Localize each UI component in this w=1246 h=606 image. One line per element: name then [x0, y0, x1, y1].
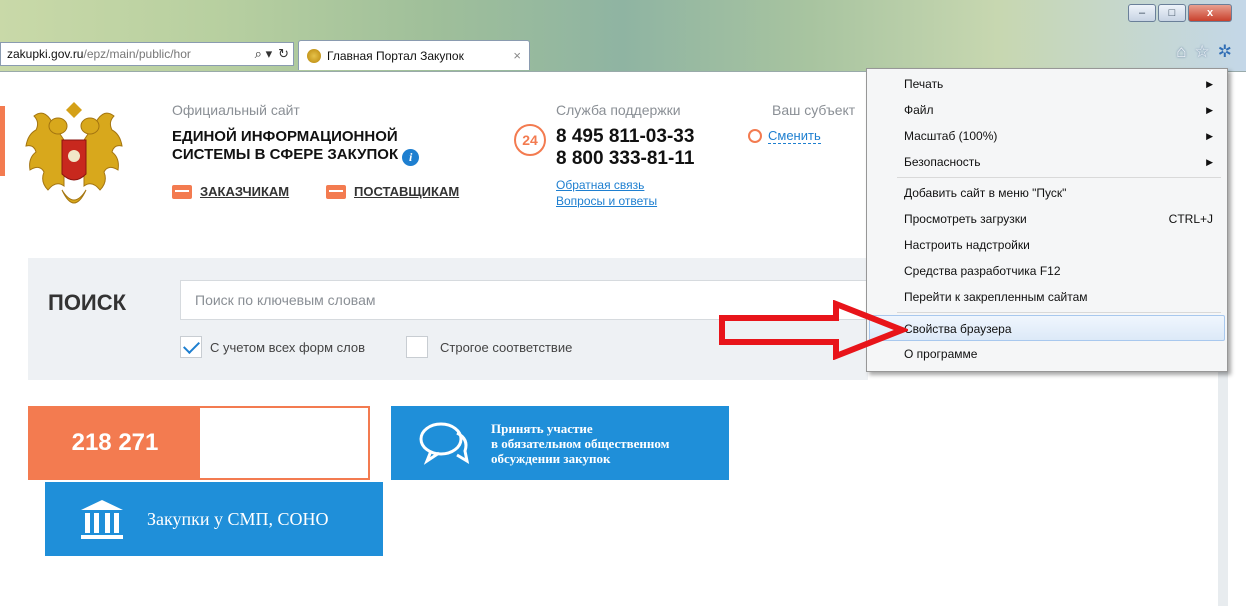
submenu-arrow-icon: ▶: [1206, 79, 1213, 89]
address-bar-icons: ⌕ ▾ ↻: [250, 46, 289, 62]
address-bar[interactable]: zakupki.gov.ru/epz/main/public/hor ⌕ ▾ ↻: [0, 42, 294, 66]
support-24-icon: 24: [514, 124, 546, 156]
maximize-button[interactable]: □: [1158, 4, 1186, 22]
all-forms-label: С учетом всех форм слов: [210, 339, 366, 355]
discussion-line-1: Принять участие: [491, 420, 593, 436]
refresh-icon[interactable]: ↻: [278, 46, 289, 62]
tab-main-portal[interactable]: Главная Портал Закупок ×: [298, 40, 530, 70]
menu-item-print[interactable]: Печать ▶: [867, 71, 1227, 97]
menu-item-about[interactable]: О программе: [867, 341, 1227, 367]
nav-suppliers-label: ПОСТАВЩИКАМ: [354, 184, 460, 199]
menu-item-security[interactable]: Безопасность ▶: [867, 149, 1227, 175]
close-window-button[interactable]: x: [1188, 4, 1232, 22]
window-controls: – □ x: [1128, 4, 1232, 22]
purchases-counter-tile[interactable]: 218 271: [28, 406, 370, 480]
discussion-line-2: в обязательном общественном: [491, 435, 670, 451]
info-icon[interactable]: i: [402, 149, 420, 166]
red-annotation-arrow-icon: [719, 300, 908, 360]
smp-purchases-label: Закупки у СМП, СОНО: [147, 508, 329, 529]
region-change-label: Сменить: [768, 128, 821, 144]
tab-title: Главная Портал Закупок: [327, 48, 464, 63]
support-phone-1: 8 495 811-03-33: [556, 126, 695, 147]
submenu-arrow-icon: ▶: [1206, 131, 1213, 141]
menu-item-label: Добавить сайт в меню "Пуск": [904, 186, 1067, 200]
site-favicon-icon: [307, 48, 321, 63]
menu-item-label: О программе: [904, 347, 978, 361]
search-title: ПОИСК: [48, 290, 127, 315]
tab-close-icon[interactable]: ×: [513, 48, 521, 63]
site-name-line1: ЕДИНОЙ ИНФОРМАЦИОННОЙ: [172, 128, 398, 145]
location-pin-icon: [748, 129, 762, 143]
nav-customers-link[interactable]: ЗАКАЗЧИКАМ: [172, 184, 289, 199]
menu-item-label: Просмотреть загрузки: [904, 212, 1027, 226]
strict-match-label: Строгое соответствие: [440, 339, 573, 355]
submenu-arrow-icon: ▶: [1206, 105, 1213, 115]
menu-item-view-downloads[interactable]: Просмотреть загрузки CTRL+J: [867, 206, 1227, 232]
left-accent-bar: [0, 106, 5, 176]
tools-menu: Печать ▶ Файл ▶ Масштаб (100%) ▶ Безопаснос…: [866, 68, 1228, 372]
menu-separator: [897, 177, 1221, 178]
menu-item-add-to-start[interactable]: Добавить сайт в меню "Пуск": [867, 180, 1227, 206]
bank-building-icon: [81, 500, 123, 539]
chat-bubbles-icon: [419, 422, 470, 465]
nav-suppliers-link[interactable]: ПОСТАВЩИКАМ: [326, 184, 459, 199]
url-path: /epz/main/public/hor: [83, 47, 191, 61]
region-label: Ваш субъект: [772, 102, 856, 118]
home-icon[interactable]: ⌂: [1176, 42, 1186, 62]
browser-chrome: – □ x zakupki.gov.ru/epz/main/public/hor…: [0, 0, 1246, 72]
strict-match-checkbox[interactable]: [406, 336, 428, 358]
menu-item-developer-tools[interactable]: Средства разработчика F12: [867, 258, 1227, 284]
menu-item-label: Средства разработчика F12: [904, 264, 1061, 278]
menu-item-manage-addons[interactable]: Настроить надстройки: [867, 232, 1227, 258]
site-name-line2: СИСТЕМЫ В СФЕРЕ ЗАКУПОК: [172, 146, 399, 163]
browser-toolbar-icons: ⌂ ☆ ✲: [1176, 42, 1232, 62]
menu-item-label: Масштаб (100%): [904, 129, 998, 143]
feedback-link[interactable]: Обратная связь: [556, 178, 644, 192]
menu-separator: [897, 312, 1221, 313]
url-host: zakupki.gov.ru: [7, 47, 84, 61]
all-forms-checkbox[interactable]: [180, 336, 202, 358]
menu-item-label: Свойства браузера: [904, 322, 1012, 336]
nav-customers-label: ЗАКАЗЧИКАМ: [200, 184, 290, 199]
discussion-line-3: обсуждении закупок: [491, 450, 611, 466]
minimize-button[interactable]: –: [1128, 4, 1156, 22]
menu-item-label: Файл: [904, 103, 934, 117]
option-strict-match[interactable]: Строгое соответствие: [406, 336, 572, 358]
option-all-word-forms[interactable]: С учетом всех форм слов: [180, 336, 365, 358]
purchases-count: 218 271: [30, 408, 200, 478]
menu-item-label: Настроить надстройки: [904, 238, 1030, 252]
submenu-arrow-icon: ▶: [1206, 157, 1213, 167]
briefcase-icon: [172, 184, 192, 199]
menu-item-internet-options[interactable]: Свойства браузера: [869, 315, 1225, 341]
official-site-label: Официальный сайт: [172, 102, 300, 118]
menu-item-label: Перейти к закрепленным сайтам: [904, 290, 1088, 304]
site-name[interactable]: ЕДИНОЙ ИНФОРМАЦИОННОЙ СИСТЕМЫ В СФЕРЕ ЗА…: [172, 128, 462, 166]
support-label: Служба поддержки: [556, 102, 681, 118]
region-change-link[interactable]: Сменить: [748, 128, 821, 144]
coat-of-arms-icon: [25, 102, 123, 204]
favorites-star-icon[interactable]: ☆: [1195, 42, 1210, 62]
smp-purchases-tile[interactable]: Закупки у СМП, СОНО: [45, 482, 383, 556]
box-icon: [326, 184, 346, 199]
menu-item-label: Печать: [904, 77, 944, 91]
menu-item-label: Безопасность: [904, 155, 981, 169]
menu-item-zoom[interactable]: Масштаб (100%) ▶: [867, 123, 1227, 149]
menu-item-pinned-sites[interactable]: Перейти к закрепленным сайтам: [867, 284, 1227, 310]
menu-shortcut: CTRL+J: [1168, 212, 1213, 226]
menu-item-file[interactable]: Файл ▶: [867, 97, 1227, 123]
faq-link[interactable]: Вопросы и ответы: [556, 194, 657, 208]
gear-icon[interactable]: ✲: [1218, 42, 1232, 62]
public-discussion-tile[interactable]: Принять участие в обязательном обществен…: [391, 406, 729, 480]
search-dropdown-icon[interactable]: ⌕ ▾: [255, 46, 272, 62]
support-phone-2: 8 800 333-81-11: [556, 148, 695, 169]
public-discussion-text: Принять участие в обязательном обществен…: [491, 421, 669, 466]
